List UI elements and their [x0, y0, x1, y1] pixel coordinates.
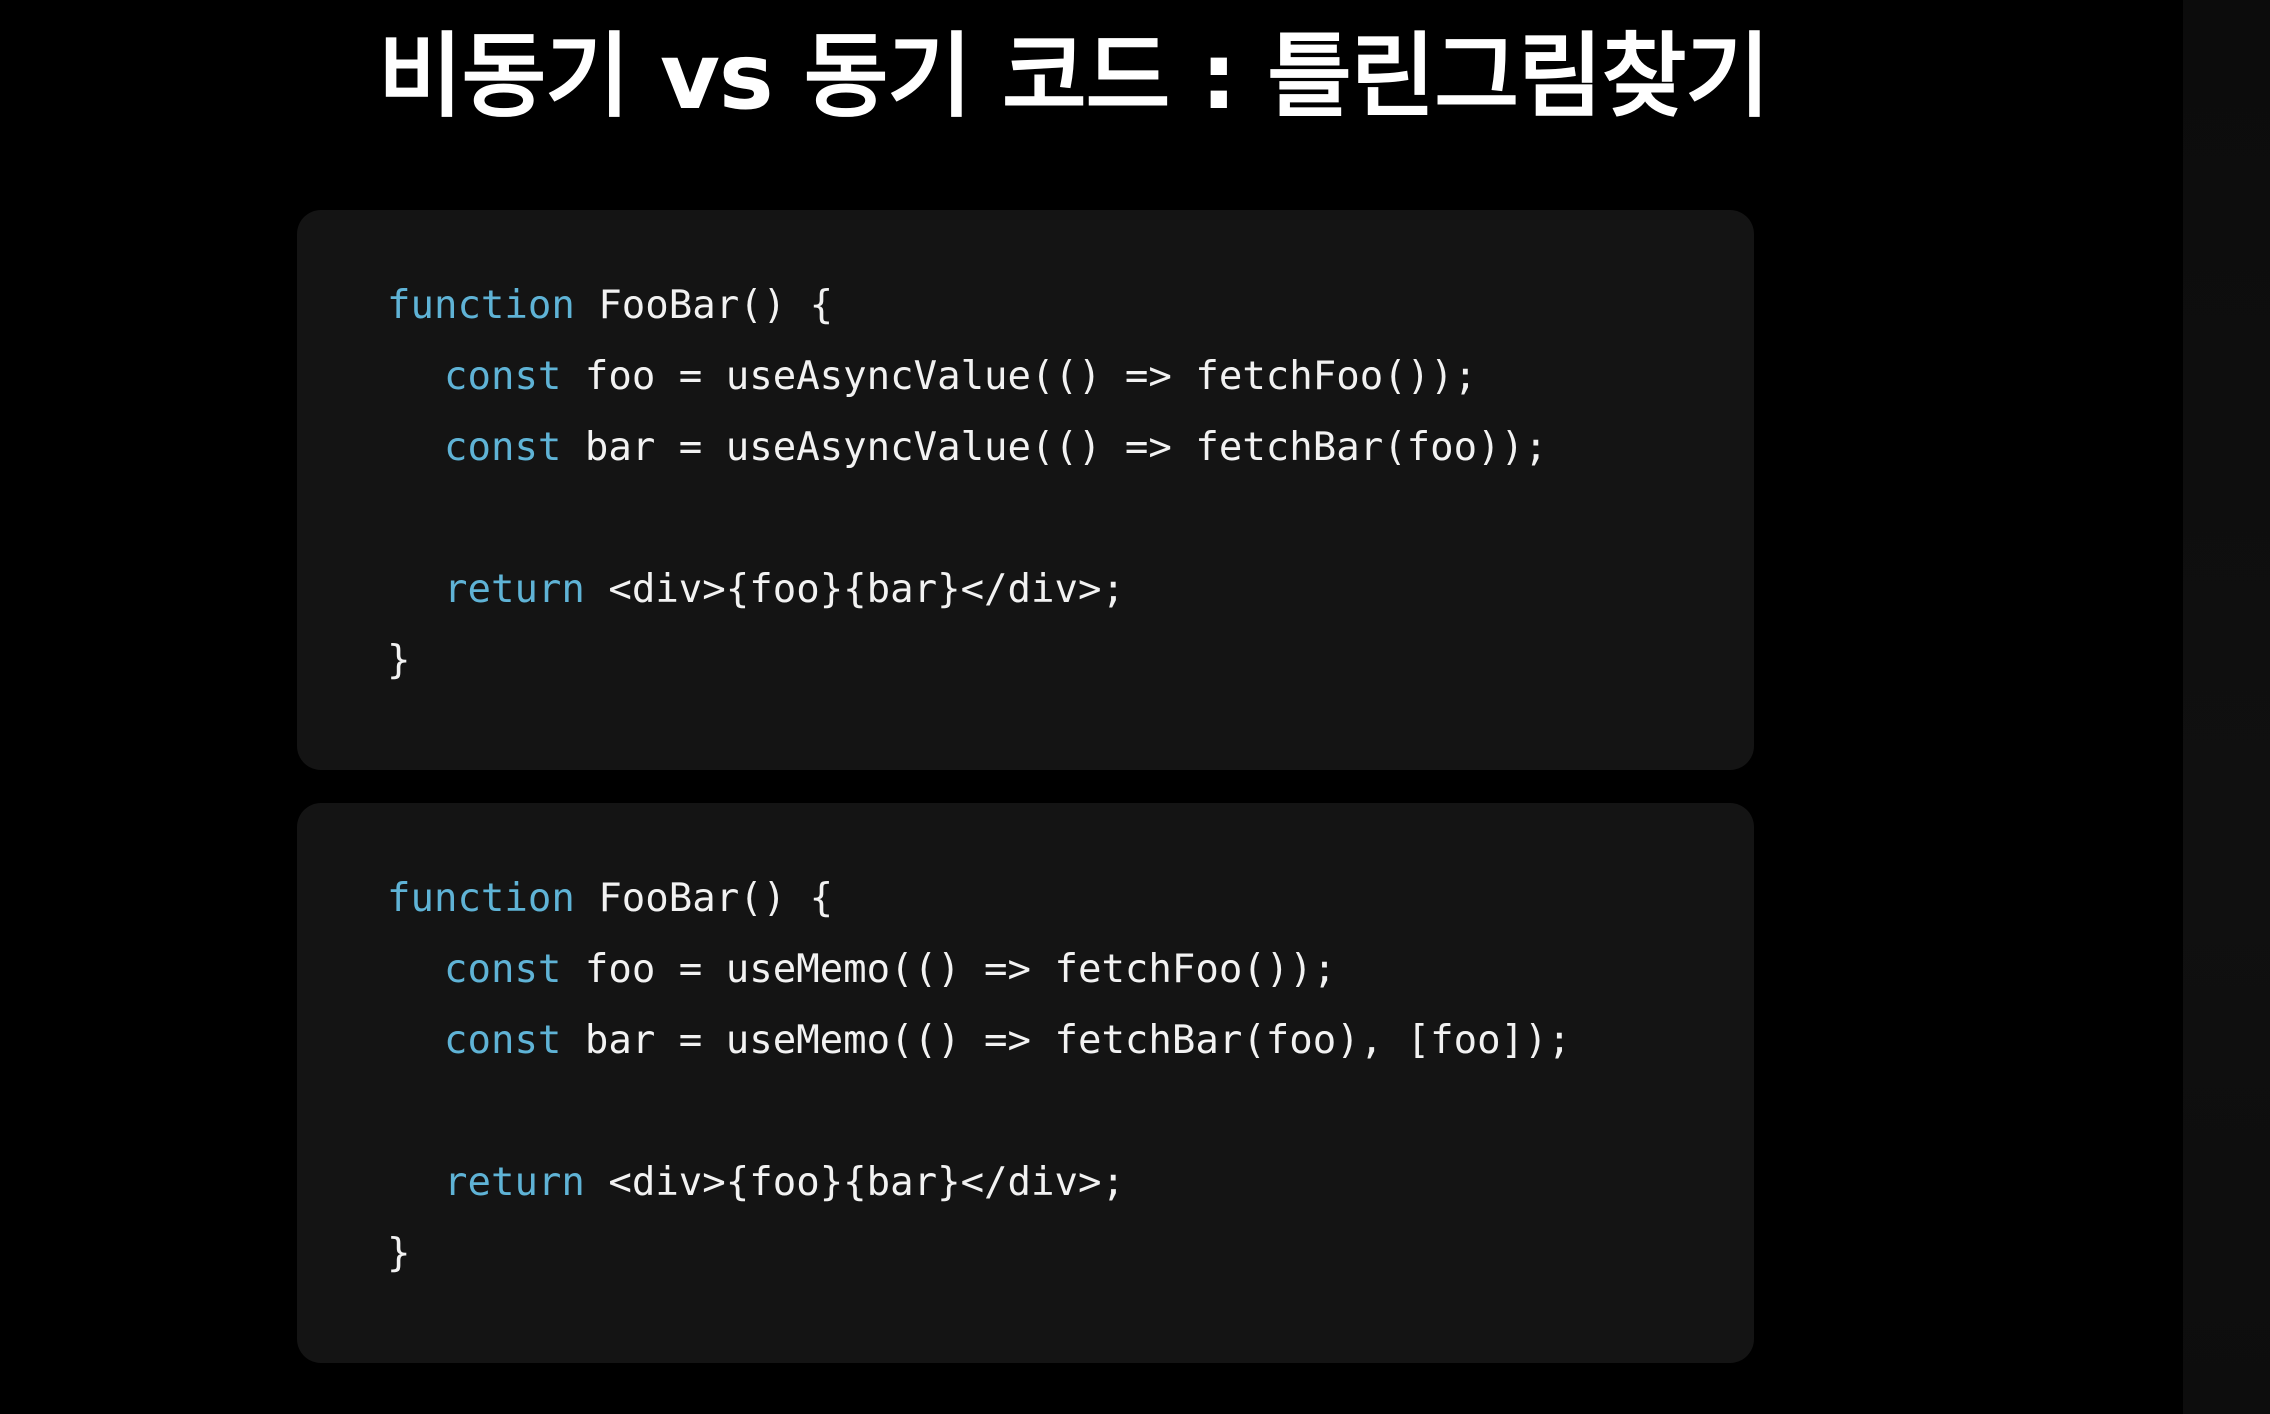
- code-keyword: return: [444, 1160, 585, 1205]
- code-text: }: [387, 1231, 411, 1276]
- async-code-block: function FooBar() { const foo = useAsync…: [297, 210, 1754, 770]
- code-keyword: const: [444, 425, 562, 470]
- side-panel: [2183, 0, 2270, 1414]
- code-text: bar = useMemo(() => fetchBar(foo), [foo]…: [561, 1018, 1572, 1063]
- code-text: }: [387, 638, 411, 683]
- code-text: <div>{foo}{bar}</div>;: [584, 1160, 1125, 1205]
- presentation-slide: 비동기 vs 동기 코드 : 틀린그림찾기 function FooBar() …: [0, 0, 2270, 1414]
- code-text: FooBar() {: [574, 876, 834, 921]
- code-line: return <div>{foo}{bar}</div>;: [387, 554, 1754, 625]
- code-keyword: const: [444, 947, 562, 992]
- code-keyword: const: [444, 354, 562, 399]
- code-line: }: [387, 1218, 1754, 1289]
- sync-code-block: function FooBar() { const foo = useMemo(…: [297, 803, 1754, 1363]
- code-text: bar = useAsyncValue(() => fetchBar(foo))…: [561, 425, 1548, 470]
- slide-title: 비동기 vs 동기 코드 : 틀린그림찾기: [378, 23, 1770, 130]
- code-text: <div>{foo}{bar}</div>;: [584, 567, 1125, 612]
- code-line: const bar = useAsyncValue(() => fetchBar…: [387, 412, 1754, 483]
- code-line: const bar = useMemo(() => fetchBar(foo),…: [387, 1005, 1754, 1076]
- code-line: const foo = useMemo(() => fetchFoo());: [387, 934, 1754, 1005]
- code-text: foo = useAsyncValue(() => fetchFoo());: [561, 354, 1478, 399]
- code-line: const foo = useAsyncValue(() => fetchFoo…: [387, 341, 1754, 412]
- code-line: function FooBar() {: [387, 863, 1754, 934]
- code-line: function FooBar() {: [387, 270, 1754, 341]
- code-keyword: function: [387, 876, 575, 921]
- code-text: foo = useMemo(() => fetchFoo());: [561, 947, 1337, 992]
- code-keyword: const: [444, 1018, 562, 1063]
- code-line: }: [387, 625, 1754, 696]
- code-keyword: return: [444, 567, 585, 612]
- code-keyword: function: [387, 283, 575, 328]
- code-text: FooBar() {: [574, 283, 834, 328]
- code-line: return <div>{foo}{bar}</div>;: [387, 1147, 1754, 1218]
